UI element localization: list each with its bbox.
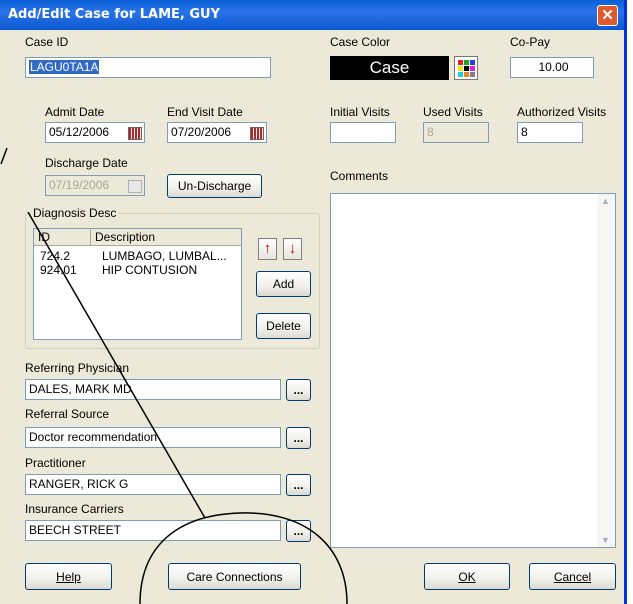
annotation-pointer-line xyxy=(27,211,206,519)
annotation-circle xyxy=(139,512,348,604)
annotation-overlay xyxy=(0,147,348,604)
annotation-line xyxy=(0,147,8,165)
